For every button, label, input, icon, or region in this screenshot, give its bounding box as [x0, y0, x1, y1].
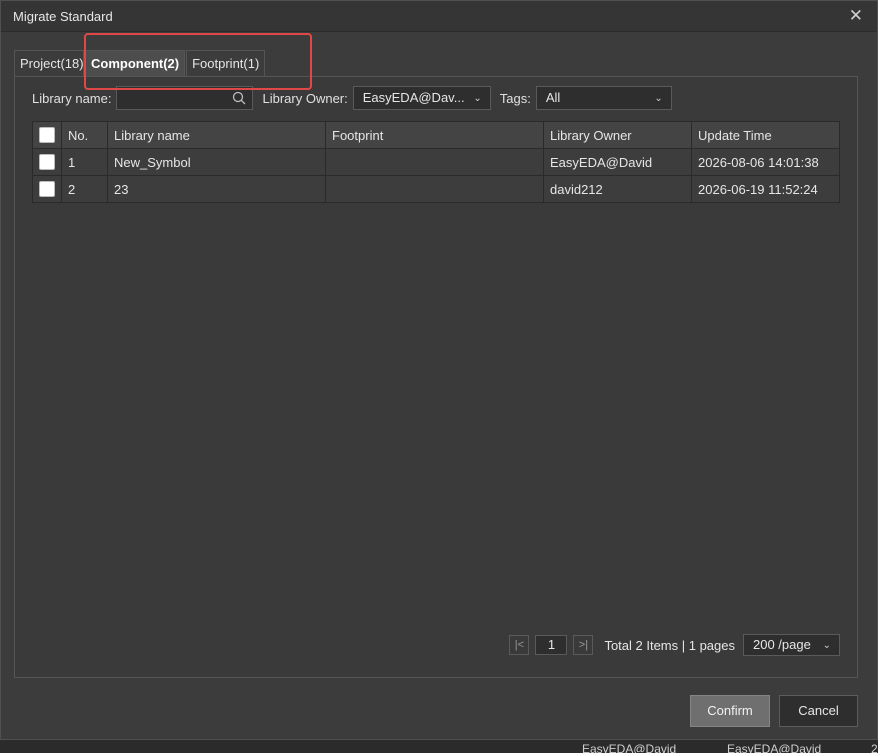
header-footprint[interactable]: Footprint	[325, 121, 544, 149]
cell-owner: david212	[543, 175, 692, 203]
background-app-strip: EasyEDA@David EasyEDA@David 2	[0, 740, 878, 753]
table-header-row: No. Library name Footprint Library Owner…	[32, 121, 840, 149]
chevron-down-icon: ⌄	[473, 93, 482, 104]
page-number-input[interactable]: 1	[535, 635, 568, 655]
cell-library-name: 23	[107, 175, 326, 203]
background-text: EasyEDA@David	[727, 742, 822, 753]
row-checkbox[interactable]	[39, 154, 55, 171]
library-table: No. Library name Footprint Library Owner…	[32, 121, 840, 203]
pagination: |< 1 >| Total 2 Items | 1 pages 200 /pag…	[509, 634, 840, 656]
last-page-button[interactable]: >|	[573, 635, 594, 655]
tags-value: All	[545, 90, 561, 105]
header-no[interactable]: No.	[61, 121, 108, 149]
tab-bar: Project(18) Component(2) Footprint(1)	[14, 50, 266, 76]
cell-owner: EasyEDA@David	[543, 148, 692, 176]
cell-no: 2	[61, 175, 108, 203]
cell-no: 1	[61, 148, 108, 176]
table-row[interactable]: 1 New_Symbol EasyEDA@David 2026-08-06 14…	[32, 148, 840, 176]
tags-select[interactable]: All ⌄	[535, 86, 672, 110]
library-name-search	[116, 86, 254, 110]
dialog-titlebar: Migrate Standard ✕	[1, 1, 877, 32]
background-text: EasyEDA@David	[582, 742, 677, 753]
library-owner-value: EasyEDA@Dav...	[362, 90, 465, 105]
select-all-checkbox[interactable]	[39, 127, 55, 144]
confirm-button[interactable]: Confirm	[690, 695, 770, 727]
chevron-down-icon: ⌄	[822, 640, 831, 651]
cell-update-time: 2026-08-06 14:01:38	[691, 148, 840, 176]
tab-component[interactable]: Component(2)	[85, 50, 186, 76]
chevron-down-icon: ⌄	[654, 93, 663, 104]
cell-update-time: 2026-06-19 11:52:24	[691, 175, 840, 203]
table-row[interactable]: 2 23 david212 2026-06-19 11:52:24	[32, 175, 840, 203]
filter-bar: Library name: Library Owner: EasyEDA@Dav…	[32, 86, 672, 110]
cell-footprint	[325, 148, 544, 176]
tab-project[interactable]: Project(18)	[14, 50, 84, 76]
background-text: 2	[871, 742, 878, 753]
library-owner-label: Library Owner:	[262, 90, 348, 106]
header-library-owner[interactable]: Library Owner	[543, 121, 692, 149]
tab-content-panel: Library name: Library Owner: EasyEDA@Dav…	[14, 76, 858, 678]
page-size-value: 200 /page	[753, 637, 811, 652]
header-update-time[interactable]: Update Time	[691, 121, 840, 149]
search-icon[interactable]	[232, 91, 246, 105]
cell-library-name: New_Symbol	[107, 148, 326, 176]
library-owner-select[interactable]: EasyEDA@Dav... ⌄	[352, 86, 491, 110]
pagination-total: Total 2 Items | 1 pages	[604, 637, 735, 653]
row-checkbox[interactable]	[39, 181, 55, 198]
page-size-select[interactable]: 200 /page ⌄	[743, 634, 840, 656]
migrate-standard-dialog: Migrate Standard ✕ Project(18) Component…	[0, 0, 878, 740]
header-library-name[interactable]: Library name	[107, 121, 326, 149]
first-page-button[interactable]: |<	[509, 635, 530, 655]
library-name-label: Library name:	[32, 90, 112, 106]
tags-label: Tags:	[499, 90, 531, 106]
dialog-title: Migrate Standard	[13, 9, 113, 24]
tab-footprint[interactable]: Footprint(1)	[186, 50, 266, 76]
row-checkbox-cell	[32, 148, 62, 176]
cell-footprint	[325, 175, 544, 203]
select-all-cell	[32, 121, 62, 149]
cancel-button[interactable]: Cancel	[779, 695, 858, 727]
close-icon[interactable]: ✕	[849, 7, 863, 25]
row-checkbox-cell	[32, 175, 62, 203]
